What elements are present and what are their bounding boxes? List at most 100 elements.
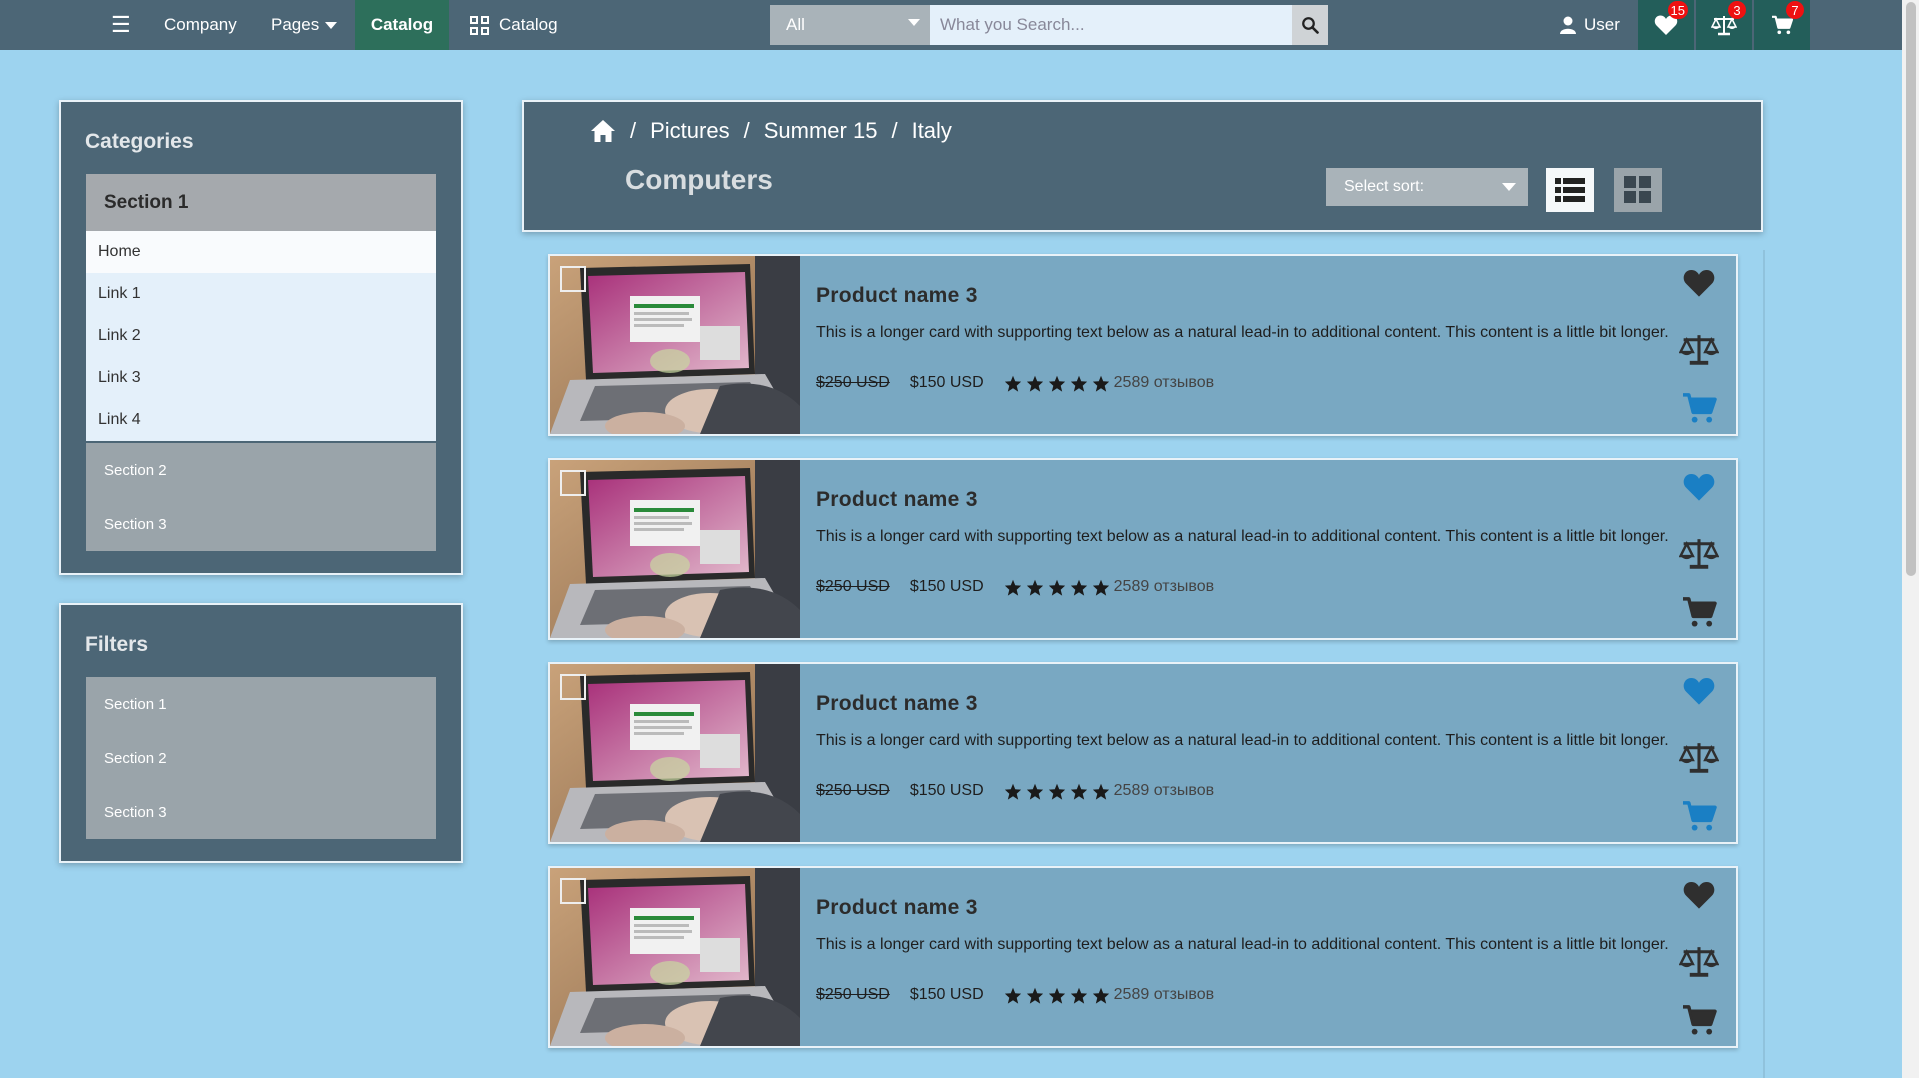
category-link-3[interactable]: Link 3 — [86, 357, 436, 399]
product-image-wrapper[interactable] — [550, 256, 800, 434]
category-link-home[interactable]: Home — [86, 231, 436, 273]
accordion-section-2-header[interactable]: Section 2 — [86, 443, 436, 497]
scale-icon — [1679, 947, 1719, 977]
product-meta: $250 USD $150 USD 2589 отзывов — [816, 374, 1214, 392]
reviews-count[interactable]: 2589 отзывов — [1114, 374, 1214, 392]
product-name[interactable]: Product name 3 — [816, 488, 978, 512]
nav-company-link[interactable]: Company — [164, 0, 237, 50]
old-price: $250 USD — [816, 986, 890, 1003]
add-to-compare-button[interactable] — [1676, 740, 1722, 774]
sort-select[interactable]: Select sort: — [1326, 168, 1528, 206]
star-icon — [1048, 987, 1065, 1004]
rating-stars — [1004, 783, 1110, 800]
product-image[interactable] — [550, 460, 800, 638]
list-view-button[interactable] — [1546, 168, 1594, 212]
product-image-wrapper[interactable] — [550, 664, 800, 842]
breadcrumb-item-italy[interactable]: Italy — [912, 118, 952, 144]
hamburger-menu-icon[interactable]: ☰ — [111, 0, 131, 50]
star-icon — [1070, 375, 1087, 392]
category-link-1[interactable]: Link 1 — [86, 273, 436, 315]
wishlist-button[interactable]: 15 — [1638, 0, 1694, 50]
product-name[interactable]: Product name 3 — [816, 692, 978, 716]
scale-icon — [1679, 335, 1719, 365]
cart-count-badge: 7 — [1786, 1, 1804, 19]
heart-icon — [1683, 270, 1715, 297]
product-description: This is a longer card with supporting te… — [816, 528, 1669, 545]
compare-checkbox[interactable] — [560, 674, 586, 700]
filters-panel: Filters Section 1 Section 2 Section 3 — [59, 603, 463, 863]
scrollbar-thumb[interactable] — [1906, 2, 1916, 576]
page-scrollbar[interactable] — [1902, 0, 1919, 1078]
star-icon — [1004, 987, 1021, 1004]
grid-view-button[interactable] — [1614, 168, 1662, 212]
add-to-compare-button[interactable] — [1676, 332, 1722, 366]
catalog-header: / Pictures / Summer 15 / Italy Computers… — [522, 100, 1763, 232]
breadcrumb-item-summer[interactable]: Summer 15 — [764, 118, 878, 144]
add-to-wishlist-button[interactable] — [1676, 676, 1722, 706]
scale-icon — [1679, 743, 1719, 773]
add-to-cart-button[interactable] — [1676, 596, 1722, 628]
compare-checkbox[interactable] — [560, 878, 586, 904]
accordion-section-3-header[interactable]: Section 3 — [86, 497, 436, 551]
add-to-wishlist-button[interactable] — [1676, 268, 1722, 298]
category-link-4[interactable]: Link 4 — [86, 399, 436, 441]
star-icon — [1004, 579, 1021, 596]
user-menu[interactable]: User — [1560, 0, 1620, 50]
search-category-select[interactable]: All — [770, 5, 930, 45]
reviews-count[interactable]: 2589 отзывов — [1114, 782, 1214, 800]
grid-view-icon — [1624, 176, 1651, 203]
add-to-compare-button[interactable] — [1676, 536, 1722, 570]
compare-checkbox[interactable] — [560, 470, 586, 496]
add-to-cart-button[interactable] — [1676, 392, 1722, 424]
categories-panel: Categories Section 1 Home Link 1 Link 2 … — [59, 100, 463, 575]
user-label: User — [1584, 15, 1620, 34]
product-description: This is a longer card with supporting te… — [816, 936, 1669, 953]
product-card[interactable]: Product name 3 This is a longer card wit… — [548, 866, 1738, 1048]
filter-section-3-header[interactable]: Section 3 — [86, 785, 436, 839]
product-image[interactable] — [550, 664, 800, 842]
nav-pages-dropdown[interactable]: Pages — [271, 0, 338, 50]
home-icon[interactable] — [590, 119, 616, 143]
product-name[interactable]: Product name 3 — [816, 896, 978, 920]
reviews-count[interactable]: 2589 отзывов — [1114, 986, 1214, 1004]
compare-button[interactable]: 3 — [1696, 0, 1752, 50]
add-to-wishlist-button[interactable] — [1676, 472, 1722, 502]
add-to-wishlist-button[interactable] — [1676, 880, 1722, 910]
star-icon — [1092, 783, 1109, 800]
nav-catalog-link[interactable]: Catalog — [470, 0, 558, 50]
search-icon — [1302, 17, 1319, 34]
caret-down-icon — [325, 21, 338, 29]
old-price: $250 USD — [816, 374, 890, 391]
cart-icon — [1683, 597, 1717, 627]
category-link-2[interactable]: Link 2 — [86, 315, 436, 357]
product-image[interactable] — [550, 256, 800, 434]
star-icon — [1092, 375, 1109, 392]
scale-icon — [1679, 539, 1719, 569]
nav-catalog-active-link[interactable]: Catalog — [355, 0, 449, 50]
list-view-icon — [1555, 178, 1585, 202]
product-image-wrapper[interactable] — [550, 460, 800, 638]
add-to-cart-button[interactable] — [1676, 1004, 1722, 1036]
cart-button[interactable]: 7 — [1754, 0, 1810, 50]
product-image[interactable] — [550, 868, 800, 1046]
product-card[interactable]: Product name 3 This is a longer card wit… — [548, 254, 1738, 436]
filter-section-1-header[interactable]: Section 1 — [86, 677, 436, 731]
compare-checkbox[interactable] — [560, 266, 586, 292]
cart-icon — [1683, 393, 1717, 423]
star-icon — [1070, 579, 1087, 596]
search-button[interactable] — [1292, 5, 1328, 45]
star-icon — [1048, 579, 1065, 596]
filter-section-2-header[interactable]: Section 2 — [86, 731, 436, 785]
reviews-count[interactable]: 2589 отзывов — [1114, 578, 1214, 596]
search-input[interactable] — [930, 5, 1292, 45]
page-title: Computers — [625, 164, 773, 195]
add-to-compare-button[interactable] — [1676, 944, 1722, 978]
accordion-section-1-header[interactable]: Section 1 — [86, 174, 436, 231]
breadcrumb-item-pictures[interactable]: Pictures — [650, 118, 729, 144]
add-to-cart-button[interactable] — [1676, 800, 1722, 832]
product-card[interactable]: Product name 3 This is a longer card wit… — [548, 662, 1738, 844]
card-actions — [1676, 878, 1722, 1038]
product-image-wrapper[interactable] — [550, 868, 800, 1046]
product-name[interactable]: Product name 3 — [816, 284, 978, 308]
product-card[interactable]: Product name 3 This is a longer card wit… — [548, 458, 1738, 640]
